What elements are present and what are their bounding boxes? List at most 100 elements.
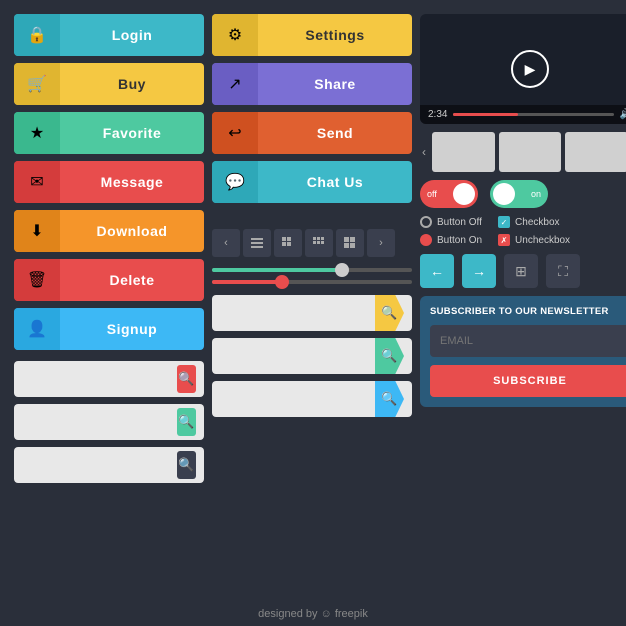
search-input-2[interactable] — [22, 415, 177, 429]
grid-4col-icon — [313, 237, 325, 249]
sliders-section — [212, 268, 412, 284]
grid4-view-btn[interactable] — [305, 229, 333, 257]
share-button[interactable]: ↗ Share — [212, 63, 412, 105]
list-view-btn[interactable] — [243, 229, 271, 257]
message-label: Message — [60, 174, 204, 190]
slider-green-thumb[interactable] — [335, 263, 349, 277]
thumb-prev-btn[interactable]: ‹ — [420, 143, 428, 161]
toggle-on-label: on — [531, 189, 541, 199]
prev-page-btn[interactable]: ‹ — [212, 229, 240, 257]
toggle-on-knob — [493, 183, 515, 205]
thumbnail-strip: ‹ › — [420, 132, 626, 172]
thumbnail-1[interactable] — [432, 132, 495, 172]
thumbnail-3[interactable] — [565, 132, 626, 172]
send-icon: ↩ — [212, 112, 258, 154]
pagination-controls: ‹ › — [212, 229, 412, 257]
arrow-nav-section: ← → ⊞ ⛶ — [420, 254, 626, 288]
star-icon: ★ — [14, 112, 60, 154]
checkbox-checked-item[interactable]: ✓ Checkbox — [498, 216, 570, 228]
toggle-off-knob — [453, 183, 475, 205]
newsletter-email-input[interactable] — [430, 325, 626, 357]
newsletter-section: SUBSCRIBER TO OUR NEWSLETTER SUBSCRIBE — [420, 296, 626, 407]
settings-label: Settings — [258, 27, 412, 43]
video-time: 2:34 — [428, 109, 447, 120]
toggle-on[interactable]: on — [490, 180, 548, 208]
arrow-badge-yellow: 🔍 — [375, 295, 404, 331]
toggles-section: off on — [420, 180, 626, 208]
arrow-search-bar-1[interactable]: 🔍 — [212, 295, 412, 331]
signup-label: Signup — [60, 321, 204, 337]
footer: designed by ☺ freepik — [0, 608, 626, 620]
toggle-off-label: off — [427, 189, 437, 199]
arrow-badge-blue: 🔍 — [375, 381, 404, 417]
user-icon: 👤 — [14, 308, 60, 350]
subscribe-button[interactable]: SUBSCRIBE — [430, 365, 626, 397]
footer-text: designed by ☺ freepik — [258, 608, 368, 620]
cart-icon: 🛒 — [14, 63, 60, 105]
checkbox-unchecked-label: Uncheckbox — [515, 235, 570, 246]
signup-button[interactable]: 👤 Signup — [14, 308, 204, 350]
nav-left-btn[interactable]: ← — [420, 254, 454, 288]
delete-button[interactable]: 🗑 Delete — [14, 259, 204, 301]
search-input-3[interactable] — [22, 458, 177, 472]
radio-off-item[interactable]: Button Off — [420, 216, 482, 228]
play-button[interactable]: ▶ — [511, 50, 549, 88]
arrow-search-bar-2[interactable]: 🔍 — [212, 338, 412, 374]
expand-btn[interactable]: ⊞ — [504, 254, 538, 288]
fullscreen-btn[interactable]: ⛶ — [546, 254, 580, 288]
list-view-icon — [251, 238, 263, 248]
tiles-icon — [344, 237, 356, 249]
tiles-view-btn[interactable] — [336, 229, 364, 257]
search-bar-1[interactable]: 🔍 — [14, 361, 204, 397]
search-bar-2[interactable]: 🔍 — [14, 404, 204, 440]
slider-green-fill — [212, 268, 342, 272]
chat-button[interactable]: 💬 Chat Us — [212, 161, 412, 203]
buy-button[interactable]: 🛒 Buy — [14, 63, 204, 105]
video-progress-bar[interactable] — [453, 113, 613, 116]
toggle-off[interactable]: off — [420, 180, 478, 208]
gear-icon: ⚙ — [212, 14, 258, 56]
checkbox-unchecked-item[interactable]: ✗ Uncheckbox — [498, 234, 570, 246]
radio-checkbox-section: Button Off Button On ✓ Checkbox ✗ Unchec… — [420, 216, 626, 246]
video-progress-fill — [453, 113, 517, 116]
radio-on-label: Button On — [437, 235, 482, 246]
send-button[interactable]: ↩ Send — [212, 112, 412, 154]
slider-green-track[interactable] — [212, 268, 412, 272]
share-label: Share — [258, 76, 412, 92]
arrow-badge-teal: 🔍 — [375, 338, 404, 374]
slider-red-thumb[interactable] — [275, 275, 289, 289]
favorite-button[interactable]: ★ Favorite — [14, 112, 204, 154]
search-btn-3[interactable]: 🔍 — [177, 451, 196, 479]
search-bar-3[interactable]: 🔍 — [14, 447, 204, 483]
nav-right-btn[interactable]: → — [462, 254, 496, 288]
search-bars-group2: 🔍 🔍 🔍 — [212, 295, 412, 417]
arrow-search-input-2[interactable] — [220, 349, 375, 363]
radio-on-item[interactable]: Button On — [420, 234, 482, 246]
thumbnail-2[interactable] — [499, 132, 562, 172]
video-player: ▶ 2:34 🔊 — [420, 14, 626, 124]
slider-red-track[interactable] — [212, 280, 412, 284]
newsletter-title: SUBSCRIBER TO OUR NEWSLETTER — [430, 306, 626, 317]
send-label: Send — [258, 125, 412, 141]
login-button[interactable]: 🔒 Login — [14, 14, 204, 56]
checkbox-checked-box: ✓ — [498, 216, 510, 228]
radio-off-label: Button Off — [437, 217, 482, 228]
download-label: Download — [60, 223, 204, 239]
search-btn-1[interactable]: 🔍 — [177, 365, 196, 393]
download-icon: ⬇ — [14, 210, 60, 252]
share-icon: ↗ — [212, 63, 258, 105]
settings-button[interactable]: ⚙ Settings — [212, 14, 412, 56]
message-button[interactable]: ✉ Message — [14, 161, 204, 203]
search-input-1[interactable] — [22, 372, 177, 386]
download-button[interactable]: ⬇ Download — [14, 210, 204, 252]
arrow-search-input-1[interactable] — [220, 306, 375, 320]
arrow-search-bar-3[interactable]: 🔍 — [212, 381, 412, 417]
login-label: Login — [60, 27, 204, 43]
arrow-search-input-3[interactable] — [220, 392, 375, 406]
grid-view-btn[interactable] — [274, 229, 302, 257]
search-btn-2[interactable]: 🔍 — [177, 408, 196, 436]
search-bars-group1: 🔍 🔍 🔍 — [14, 361, 204, 483]
volume-icon[interactable]: 🔊 — [620, 109, 626, 120]
favorite-label: Favorite — [60, 125, 204, 141]
next-page-btn[interactable]: › — [367, 229, 395, 257]
